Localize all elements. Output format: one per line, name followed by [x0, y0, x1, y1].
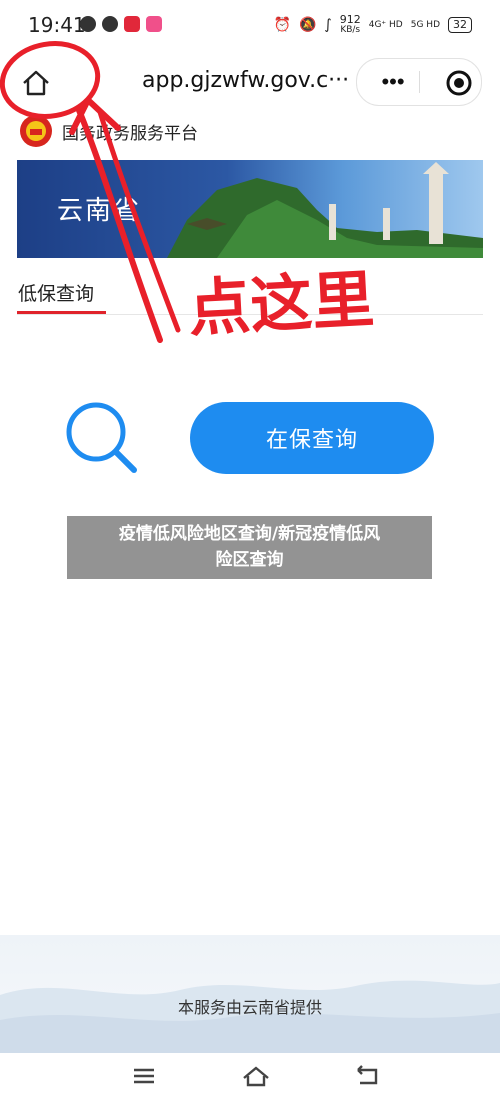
caption-line-1: 疫情低风险地区查询/新冠疫情低风 — [118, 524, 381, 544]
url-text[interactable]: app.gjzwfw.gov.c··· — [142, 68, 356, 93]
menu-icon — [134, 1068, 154, 1084]
banner-title: 云南省 — [57, 196, 142, 226]
browser-bar: app.gjzwfw.gov.c··· ••• — [0, 52, 500, 110]
more-button[interactable]: ••• — [367, 59, 419, 105]
signal-2: 5G HD — [410, 20, 440, 30]
mini-program-capsule: ••• — [356, 58, 482, 106]
status-right: ⏰ 🔕 ∫ 912 KB/s 4G⁺ HD 5G HD 32 — [274, 14, 472, 36]
province-banner: 云南省 — [17, 160, 483, 258]
status-time: 19:41 — [28, 13, 86, 37]
back-button[interactable] — [342, 1061, 382, 1089]
notification-icons — [80, 16, 162, 32]
wechat-icon — [80, 16, 96, 32]
signal-1: 4G⁺ HD — [368, 20, 403, 30]
menu-button[interactable] — [118, 1061, 158, 1089]
nav-home-button[interactable] — [230, 1061, 270, 1089]
footer-text: 本服务由云南省提供 — [177, 998, 322, 1017]
capsule-divider — [419, 71, 420, 93]
home-button[interactable] — [10, 62, 50, 102]
system-nav-bar — [0, 1053, 500, 1096]
net-speed-value: 912 — [339, 13, 361, 26]
bluetooth-icon: ∫ — [324, 17, 332, 33]
net-speed: 912 KB/s — [340, 14, 361, 36]
shopping-app-icon — [146, 16, 162, 32]
national-emblem-icon — [20, 115, 52, 147]
tab-low-income-query[interactable]: 低保查询 — [18, 279, 94, 306]
battery-icon: 32 — [448, 17, 472, 33]
search-icon[interactable] — [64, 400, 140, 476]
net-speed-unit: KB/s — [340, 25, 361, 35]
alarm-icon: ⏰ — [273, 17, 291, 33]
page-footer: 本服务由云南省提供 — [0, 935, 500, 1053]
home-icon — [23, 70, 49, 96]
app-badge-icon — [124, 16, 140, 32]
target-icon — [446, 70, 472, 96]
handwritten-note: 点这里 — [186, 263, 376, 346]
status-bar: 19:41 ⏰ 🔕 ∫ 912 KB/s 4G⁺ HD 5G HD 32 — [0, 0, 500, 52]
caption-line-2: 险区查询 — [215, 550, 284, 570]
nav-home-icon — [243, 1066, 269, 1087]
platform-header: 国务政务服务平台 — [18, 112, 198, 150]
mute-icon: 🔕 — [298, 17, 317, 33]
caption-overlay: 疫情低风险地区查询/新冠疫情低风 险区查询 — [67, 516, 432, 579]
back-icon — [357, 1065, 378, 1085]
tab-divider — [17, 314, 483, 315]
query-button[interactable]: 在保查询 — [190, 402, 434, 474]
platform-name: 国务政务服务平台 — [62, 123, 198, 144]
message-icon — [102, 16, 118, 32]
close-button[interactable] — [431, 59, 475, 105]
